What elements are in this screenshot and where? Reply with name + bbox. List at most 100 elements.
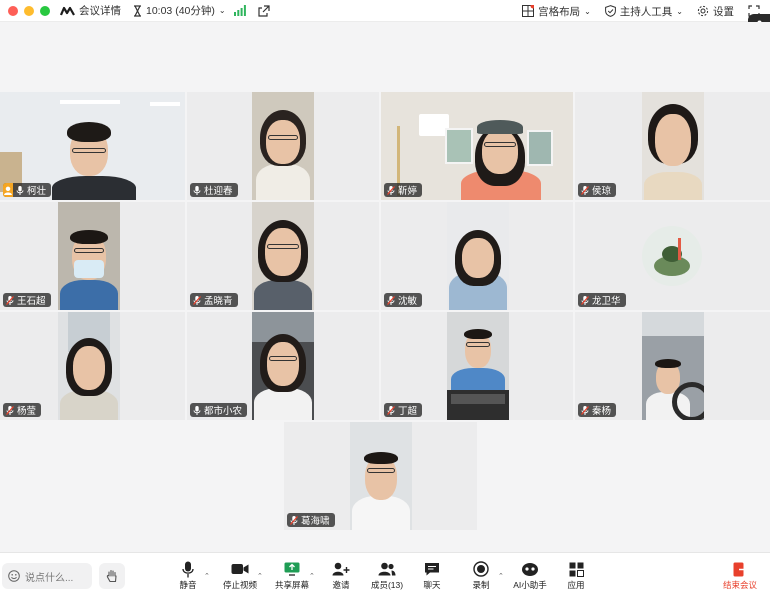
network-signal[interactable]	[233, 5, 246, 16]
meeting-info-button[interactable]: 会议详情	[60, 3, 121, 18]
microphone-muted-icon	[387, 185, 395, 195]
participant-nameplate: 葛海啸	[287, 513, 335, 527]
participant-tile[interactable]: 秦杨	[575, 312, 770, 420]
participant-tile[interactable]: 丁超	[381, 312, 573, 420]
settings-label: 设置	[713, 5, 734, 18]
participant-tile[interactable]: 葛海啸	[284, 422, 477, 530]
record-label: 录制	[472, 580, 490, 590]
chat-input[interactable]: 说点什么...	[2, 563, 92, 589]
app-logo-icon	[60, 6, 75, 16]
microphone-muted-icon	[387, 295, 395, 305]
video-camera-icon	[231, 564, 249, 574]
chat-button[interactable]: 聊天	[404, 559, 460, 595]
microphone-icon	[193, 405, 201, 415]
participant-nameplate: 孟晓青	[190, 293, 238, 307]
members-label: 成员(13)	[370, 580, 404, 590]
maximize-window-button[interactable]	[40, 5, 50, 16]
apps-label: 应用	[567, 580, 585, 590]
meeting-toolbar: 说点什么... 静音 ⌃ 停止视频 ⌃ 共享屏幕 ⌃ 邀请 成员(13) 聊天 …	[0, 552, 770, 599]
end-meeting-label: 结束会议	[722, 580, 757, 590]
emoji-icon	[8, 570, 20, 582]
external-link-icon	[257, 4, 270, 17]
layout-button[interactable]: 宫格布局 ⌄	[522, 4, 591, 19]
minimize-window-button[interactable]	[24, 5, 34, 16]
microphone-icon	[182, 561, 194, 577]
add-user-icon	[332, 562, 350, 576]
participant-name: 丁超	[398, 406, 418, 417]
close-window-button[interactable]	[8, 5, 18, 16]
participant-video	[447, 202, 509, 310]
participant-name: 都市小农	[204, 406, 243, 417]
layout-label: 宫格布局	[538, 5, 581, 18]
microphone-muted-icon	[290, 515, 298, 525]
chevron-down-icon: ⌄	[218, 6, 226, 15]
grid-layout-icon	[522, 5, 535, 17]
share-screen-label: 共享屏幕	[274, 580, 309, 590]
participant-tile[interactable]: 王石超	[0, 202, 185, 310]
participant-tile[interactable]: 龙卫华	[575, 202, 770, 310]
participant-name: 龙卫华	[592, 296, 621, 307]
participant-nameplate: 秦杨	[578, 403, 617, 417]
end-meeting-button[interactable]: 结束会议	[712, 559, 768, 595]
participant-video	[58, 202, 120, 310]
participant-video	[252, 92, 314, 200]
meeting-info-label: 会议详情	[79, 5, 121, 17]
participant-avatar	[642, 226, 702, 286]
participant-nameplate: 杨莹	[3, 403, 42, 417]
video-options-caret[interactable]: ⌃	[257, 572, 263, 580]
members-icon	[378, 562, 396, 576]
microphone-muted-icon	[581, 185, 589, 195]
participant-name: 杜迎春	[204, 186, 233, 197]
mute-label: 静音	[179, 580, 197, 590]
participant-name: 王石超	[17, 296, 46, 307]
ai-assistant-label: AI小助手	[513, 580, 547, 590]
participant-name: 秦杨	[592, 406, 612, 417]
record-icon	[473, 561, 489, 577]
microphone-muted-icon	[6, 295, 14, 305]
settings-button[interactable]: 设置	[697, 4, 734, 19]
share-screen-icon	[284, 562, 300, 576]
apps-button[interactable]: 应用	[548, 559, 604, 595]
participant-name: 靳婷	[398, 186, 418, 197]
microphone-icon	[193, 185, 201, 195]
microphone-icon	[16, 185, 24, 195]
raise-hand-button[interactable]	[99, 563, 125, 589]
participant-nameplate: 靳婷	[384, 183, 423, 197]
window-controls	[8, 5, 50, 16]
participant-tile[interactable]: 杨莹	[0, 312, 185, 420]
participant-nameplate: 丁超	[384, 403, 423, 417]
participant-nameplate: 都市小农	[190, 403, 248, 417]
participant-tile[interactable]: 杜迎春	[187, 92, 379, 200]
participant-name: 葛海啸	[301, 516, 330, 527]
meeting-timer[interactable]: 10:03 (40分钟) ⌄	[133, 3, 226, 18]
participant-nameplate: 侯琼	[578, 183, 617, 197]
participant-video	[252, 312, 314, 420]
participant-tile[interactable]: 孟晓青	[187, 202, 379, 310]
title-bar: 会议详情 10:03 (40分钟) ⌄ 宫格布局 ⌄ 主持人工具 ⌄ 设置	[0, 0, 770, 22]
hand-icon	[106, 569, 117, 583]
timer-label: 10:03 (40分钟)	[146, 5, 215, 17]
participant-name: 侯琼	[592, 186, 612, 197]
video-gallery: 柯壮 杜迎春 靳婷 侯琼 王石超 孟晓青 沈敏 龙卫华 杨莹 都市小农 丁超 秦…	[0, 22, 770, 552]
participant-tile[interactable]: 靳婷	[381, 92, 573, 200]
participant-tile[interactable]: 柯壮	[0, 92, 185, 200]
participant-name: 柯壮	[27, 186, 47, 197]
pop-out-button[interactable]	[257, 4, 270, 17]
participant-tile[interactable]: 都市小农	[187, 312, 379, 420]
chat-label: 聊天	[423, 580, 441, 590]
gear-icon	[697, 5, 709, 17]
host-tools-button[interactable]: 主持人工具 ⌄	[604, 4, 683, 19]
participant-video	[447, 312, 509, 420]
participant-video	[642, 92, 704, 200]
participant-nameplate: 龙卫华	[578, 293, 626, 307]
participant-video	[252, 202, 314, 310]
participant-tile[interactable]: 侯琼	[575, 92, 770, 200]
participant-tile[interactable]: 沈敏	[381, 202, 573, 310]
host-tools-label: 主持人工具	[619, 5, 673, 18]
participant-name: 杨莹	[17, 406, 37, 417]
microphone-muted-icon	[581, 405, 589, 415]
ai-assistant-icon	[522, 562, 538, 576]
participant-nameplate: 杜迎春	[190, 183, 238, 197]
mute-options-caret[interactable]: ⌃	[204, 572, 210, 580]
stop-video-label: 停止视频	[222, 580, 257, 590]
